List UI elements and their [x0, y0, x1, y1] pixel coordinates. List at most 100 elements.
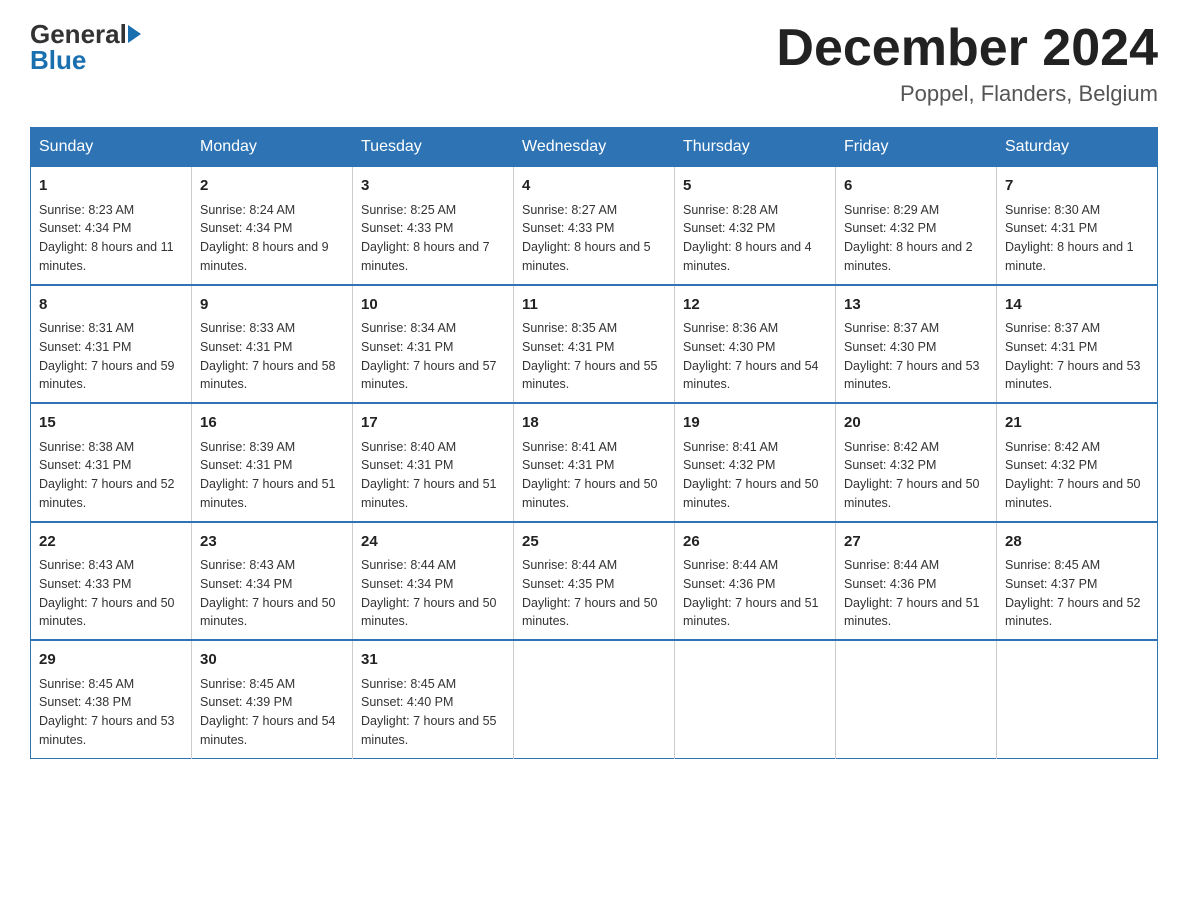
- calendar-cell: 30Sunrise: 8:45 AMSunset: 4:39 PMDayligh…: [192, 640, 353, 758]
- day-info: Sunrise: 8:33 AMSunset: 4:31 PMDaylight:…: [200, 319, 344, 394]
- logo: General Blue: [30, 20, 142, 76]
- calendar-week-1: 1 Sunrise: 8:23 AMSunset: 4:34 PMDaylight…: [31, 167, 1158, 285]
- day-number: 27: [844, 531, 988, 554]
- day-number: 12: [683, 294, 827, 317]
- day-info: Sunrise: 8:29 AMSunset: 4:32 PMDaylight:…: [844, 201, 988, 276]
- day-info: Sunrise: 8:44 AMSunset: 4:35 PMDaylight:…: [522, 556, 666, 631]
- day-number: 8: [39, 294, 183, 317]
- calendar-week-2: 8Sunrise: 8:31 AMSunset: 4:31 PMDaylight…: [31, 285, 1158, 404]
- calendar-cell: 31 Sunrise: 8:45 AMSunset: 4:40 PMDayligh…: [353, 640, 514, 758]
- calendar-cell: 15 Sunrise: 8:38 AMSunset: 4:31 PMDayligh…: [31, 403, 192, 522]
- day-info: Sunrise: 8:37 AMSunset: 4:31 PMDaylight:…: [1005, 319, 1149, 394]
- day-number: 1: [39, 175, 183, 198]
- day-number: 16: [200, 412, 344, 435]
- day-number: 22: [39, 531, 183, 554]
- day-number: 4: [522, 175, 666, 198]
- day-number: 6: [844, 175, 988, 198]
- calendar-cell: [997, 640, 1158, 758]
- day-number: 7: [1005, 175, 1149, 198]
- calendar-cell: 6 Sunrise: 8:29 AMSunset: 4:32 PMDaylight…: [836, 167, 997, 285]
- day-info: Sunrise: 8:43 AMSunset: 4:34 PMDaylight:…: [200, 556, 344, 631]
- calendar-week-3: 15 Sunrise: 8:38 AMSunset: 4:31 PMDayligh…: [31, 403, 1158, 522]
- day-info: Sunrise: 8:41 AMSunset: 4:31 PMDaylight:…: [522, 438, 666, 513]
- day-number: 25: [522, 531, 666, 554]
- calendar-week-5: 29 Sunrise: 8:45 AMSunset: 4:38 PMDayligh…: [31, 640, 1158, 758]
- day-info: Sunrise: 8:30 AMSunset: 4:31 PMDaylight:…: [1005, 201, 1149, 276]
- calendar-header: Sunday Monday Tuesday Wednesday Thursday…: [31, 128, 1158, 167]
- day-info: Sunrise: 8:42 AMSunset: 4:32 PMDaylight:…: [844, 438, 988, 513]
- calendar-cell: 5Sunrise: 8:28 AMSunset: 4:32 PMDaylight…: [675, 167, 836, 285]
- day-info: Sunrise: 8:44 AMSunset: 4:34 PMDaylight:…: [361, 556, 505, 631]
- day-info: Sunrise: 8:27 AMSunset: 4:33 PMDaylight:…: [522, 201, 666, 276]
- calendar-cell: 10Sunrise: 8:34 AMSunset: 4:31 PMDayligh…: [353, 285, 514, 404]
- calendar-cell: [675, 640, 836, 758]
- calendar-cell: 1 Sunrise: 8:23 AMSunset: 4:34 PMDaylight…: [31, 167, 192, 285]
- day-number: 13: [844, 294, 988, 317]
- col-monday: Monday: [192, 128, 353, 167]
- header-row: Sunday Monday Tuesday Wednesday Thursday…: [31, 128, 1158, 167]
- day-number: 28: [1005, 531, 1149, 554]
- calendar-cell: 9Sunrise: 8:33 AMSunset: 4:31 PMDaylight…: [192, 285, 353, 404]
- title-area: December 2024 Poppel, Flanders, Belgium: [776, 20, 1158, 107]
- col-thursday: Thursday: [675, 128, 836, 167]
- calendar-cell: 17Sunrise: 8:40 AMSunset: 4:31 PMDayligh…: [353, 403, 514, 522]
- calendar-cell: 4 Sunrise: 8:27 AMSunset: 4:33 PMDaylight…: [514, 167, 675, 285]
- day-number: 5: [683, 175, 827, 198]
- calendar-cell: [514, 640, 675, 758]
- calendar-cell: 24Sunrise: 8:44 AMSunset: 4:34 PMDayligh…: [353, 522, 514, 641]
- day-info: Sunrise: 8:41 AMSunset: 4:32 PMDaylight:…: [683, 438, 827, 513]
- day-info: Sunrise: 8:44 AMSunset: 4:36 PMDaylight:…: [683, 556, 827, 631]
- day-info: Sunrise: 8:45 AMSunset: 4:37 PMDaylight:…: [1005, 556, 1149, 631]
- calendar-cell: 22Sunrise: 8:43 AMSunset: 4:33 PMDayligh…: [31, 522, 192, 641]
- day-info: Sunrise: 8:37 AMSunset: 4:30 PMDaylight:…: [844, 319, 988, 394]
- day-info: Sunrise: 8:39 AMSunset: 4:31 PMDaylight:…: [200, 438, 344, 513]
- calendar-cell: 27Sunrise: 8:44 AMSunset: 4:36 PMDayligh…: [836, 522, 997, 641]
- day-info: Sunrise: 8:44 AMSunset: 4:36 PMDaylight:…: [844, 556, 988, 631]
- calendar-cell: 29 Sunrise: 8:45 AMSunset: 4:38 PMDayligh…: [31, 640, 192, 758]
- calendar-cell: 11Sunrise: 8:35 AMSunset: 4:31 PMDayligh…: [514, 285, 675, 404]
- calendar-cell: 20 Sunrise: 8:42 AMSunset: 4:32 PMDayligh…: [836, 403, 997, 522]
- location-subtitle: Poppel, Flanders, Belgium: [776, 81, 1158, 107]
- day-number: 14: [1005, 294, 1149, 317]
- calendar-cell: 14Sunrise: 8:37 AMSunset: 4:31 PMDayligh…: [997, 285, 1158, 404]
- day-info: Sunrise: 8:45 AMSunset: 4:38 PMDaylight:…: [39, 675, 183, 750]
- day-number: 10: [361, 294, 505, 317]
- col-tuesday: Tuesday: [353, 128, 514, 167]
- calendar-cell: 19Sunrise: 8:41 AMSunset: 4:32 PMDayligh…: [675, 403, 836, 522]
- day-info: Sunrise: 8:38 AMSunset: 4:31 PMDaylight:…: [39, 438, 183, 513]
- calendar-cell: 18Sunrise: 8:41 AMSunset: 4:31 PMDayligh…: [514, 403, 675, 522]
- col-saturday: Saturday: [997, 128, 1158, 167]
- month-title: December 2024: [776, 20, 1158, 77]
- day-number: 2: [200, 175, 344, 198]
- day-info: Sunrise: 8:35 AMSunset: 4:31 PMDaylight:…: [522, 319, 666, 394]
- day-number: 31: [361, 649, 505, 672]
- day-info: Sunrise: 8:31 AMSunset: 4:31 PMDaylight:…: [39, 319, 183, 394]
- day-number: 11: [522, 294, 666, 317]
- day-number: 21: [1005, 412, 1149, 435]
- calendar-cell: 2Sunrise: 8:24 AMSunset: 4:34 PMDaylight…: [192, 167, 353, 285]
- day-info: Sunrise: 8:36 AMSunset: 4:30 PMDaylight:…: [683, 319, 827, 394]
- day-number: 20: [844, 412, 988, 435]
- day-number: 29: [39, 649, 183, 672]
- day-number: 30: [200, 649, 344, 672]
- calendar-cell: 28Sunrise: 8:45 AMSunset: 4:37 PMDayligh…: [997, 522, 1158, 641]
- calendar-cell: 12Sunrise: 8:36 AMSunset: 4:30 PMDayligh…: [675, 285, 836, 404]
- calendar-cell: 23Sunrise: 8:43 AMSunset: 4:34 PMDayligh…: [192, 522, 353, 641]
- col-friday: Friday: [836, 128, 997, 167]
- day-info: Sunrise: 8:23 AMSunset: 4:34 PMDaylight:…: [39, 201, 183, 276]
- day-number: 9: [200, 294, 344, 317]
- day-number: 15: [39, 412, 183, 435]
- calendar-cell: 16 Sunrise: 8:39 AMSunset: 4:31 PMDayligh…: [192, 403, 353, 522]
- day-info: Sunrise: 8:42 AMSunset: 4:32 PMDaylight:…: [1005, 438, 1149, 513]
- day-number: 23: [200, 531, 344, 554]
- day-info: Sunrise: 8:25 AMSunset: 4:33 PMDaylight:…: [361, 201, 505, 276]
- col-sunday: Sunday: [31, 128, 192, 167]
- day-info: Sunrise: 8:43 AMSunset: 4:33 PMDaylight:…: [39, 556, 183, 631]
- day-info: Sunrise: 8:45 AMSunset: 4:40 PMDaylight:…: [361, 675, 505, 750]
- calendar-cell: [836, 640, 997, 758]
- calendar-cell: 3Sunrise: 8:25 AMSunset: 4:33 PMDaylight…: [353, 167, 514, 285]
- calendar-cell: 26Sunrise: 8:44 AMSunset: 4:36 PMDayligh…: [675, 522, 836, 641]
- calendar-cell: 7 Sunrise: 8:30 AMSunset: 4:31 PMDaylight…: [997, 167, 1158, 285]
- calendar-cell: 21 Sunrise: 8:42 AMSunset: 4:32 PMDayligh…: [997, 403, 1158, 522]
- day-info: Sunrise: 8:34 AMSunset: 4:31 PMDaylight:…: [361, 319, 505, 394]
